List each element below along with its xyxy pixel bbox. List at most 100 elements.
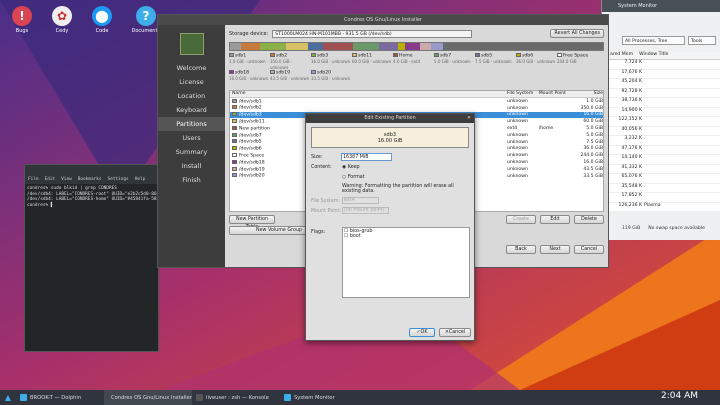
terminal-output[interactable]: condres% sudo blkid | grep CONDRES/dev/s… <box>25 184 158 210</box>
process-row[interactable]: 3,232 K <box>602 136 720 146</box>
legend-item: sdb18 16.0 GiB · unknown <box>229 70 270 87</box>
clock[interactable]: 2:04 AM <box>661 391 698 401</box>
mount-select[interactable]: (no mount point) <box>342 207 389 214</box>
process-row[interactable]: 14,140 K <box>602 155 720 165</box>
konsole-menu-settings[interactable]: Settings <box>108 177 129 182</box>
size-label: Size: <box>311 155 323 160</box>
fs-column: File System <box>507 91 534 96</box>
process-row[interactable]: 17,852 K <box>602 193 720 203</box>
delete-button[interactable]: Delete <box>574 215 604 224</box>
partition-name-text: /dev/sdb19 <box>239 167 265 173</box>
memory-status: 119 GiB <box>622 226 641 231</box>
process-row[interactable]: 92,728 K <box>602 89 720 98</box>
partition-row[interactable]: /dev/sdb1 unknown 1.0 GiB <box>230 98 603 105</box>
name-column: Name <box>232 91 246 96</box>
konsole-menu-view[interactable]: View <box>61 177 72 182</box>
legend-size: 1.0 GiB · unknown <box>229 59 266 64</box>
partition-mount: /home <box>538 126 554 132</box>
cancel-install-button[interactable]: Cancel <box>574 245 604 254</box>
legend-item: sdb6 36.0 GiB · unknown <box>516 53 557 70</box>
shared-mem-column[interactable]: ared Mem <box>610 52 633 59</box>
legend-item: sdb11 60.0 GiB · unknown <box>352 53 393 70</box>
dialog-titlebar[interactable]: Edit Existing Partition ✕ <box>306 114 474 123</box>
keep-radio[interactable]: ◉ Keep <box>342 165 360 170</box>
new-partition-table-button[interactable]: New Partition Table <box>229 215 275 230</box>
flags-list[interactable]: ☐ bios-grub ☐ boot <box>342 227 470 298</box>
taskbar-task[interactable]: Condres OS Gnu/Linux Installer <box>104 390 192 405</box>
taskbar-task[interactable]: System Monitor <box>280 390 368 405</box>
process-list[interactable]: 7,724 K 17,676 K 45,204 K 92,728 K 38,736 K1… <box>602 60 720 212</box>
ok-button[interactable]: ✓OK <box>409 328 435 337</box>
process-row[interactable]: 7,724 K <box>602 60 720 70</box>
next-button[interactable]: Next <box>540 245 570 254</box>
desktop-icon-bugs[interactable]: ! Bugs <box>4 6 40 34</box>
revert-all-button[interactable]: Revert All Changes <box>550 29 604 38</box>
legend-item: sdb3 16.0 GiB · unknown <box>311 53 352 70</box>
process-row[interactable]: 45,204 K <box>602 79 720 89</box>
app-launcher-icon[interactable]: ▲ <box>0 393 16 402</box>
partition-segment <box>397 43 406 50</box>
legend-size: 16.0 GiB · unknown <box>311 59 351 64</box>
process-row[interactable]: 40,056 K <box>602 127 720 136</box>
edit-button[interactable]: Edit <box>540 215 570 224</box>
create-button[interactable]: Create <box>506 215 536 224</box>
system-monitor-window[interactable]: System Monitor All Processes, Tree Tools… <box>601 0 720 240</box>
installer-sidebar: Welcome License Location Keyboard Partitions… <box>158 25 225 267</box>
keep-label: Keep <box>347 165 360 170</box>
konsole-menu-help[interactable]: Help <box>135 177 146 182</box>
partition-name-text: Free Space <box>239 153 265 159</box>
nav-item-welcome: Welcome <box>176 64 207 72</box>
back-button[interactable]: Back <box>506 245 536 254</box>
dialog-title: Edit Existing Partition <box>364 116 416 121</box>
legend-swatch <box>270 70 275 74</box>
taskbar-task[interactable]: liveuser : zsh — Konsole <box>192 390 280 405</box>
window-title-column[interactable]: Window Title <box>639 52 668 59</box>
taskbar-task[interactable]: BROOK-T — Dolphin <box>16 390 104 405</box>
tools-button[interactable]: Tools <box>688 36 716 45</box>
partition-color-icon <box>232 166 237 171</box>
process-row[interactable]: 41,332 K <box>602 165 720 174</box>
format-radio[interactable]: ○ Format <box>342 175 365 180</box>
konsole-titlebar[interactable] <box>25 165 158 175</box>
fs-select[interactable]: ext4 <box>342 197 379 204</box>
legend-name: sdb2 <box>276 53 288 59</box>
size-spinbox[interactable]: 16387 MiB <box>341 153 392 161</box>
konsole-menu-bookmarks[interactable]: Bookmarks <box>78 177 102 182</box>
nav-item-summary: Summary <box>175 148 208 156</box>
close-icon[interactable]: ✕ <box>467 114 471 123</box>
partition-fs: ext4 <box>507 126 518 132</box>
process-filter-select[interactable]: All Processes, Tree <box>622 36 685 45</box>
process-row[interactable]: 126,236 K Plasma <box>602 203 720 212</box>
process-row[interactable]: 122,152 K <box>602 117 720 127</box>
flag-label: boot <box>349 234 361 239</box>
legend-name: sdb1 <box>235 53 247 59</box>
process-row[interactable]: 38,736 K <box>602 98 720 108</box>
process-row[interactable]: 65,076 K <box>602 174 720 184</box>
process-row[interactable]: 47,176 K <box>602 146 720 155</box>
partition-row[interactable]: /dev/sdb2 unknown 350.0 GiB <box>230 105 603 112</box>
konsole-menu-file[interactable]: File <box>28 177 39 182</box>
legend-name: sdb6 <box>522 53 534 59</box>
partition-color-icon <box>232 112 237 117</box>
process-row[interactable]: 17,676 K <box>602 70 720 79</box>
legend-name: Home <box>399 53 413 59</box>
storage-device-select[interactable]: ST1000LM024 HN-M101MBB - 931.5 GB (/dev/… <box>272 29 473 38</box>
edit-partition-dialog[interactable]: Edit Existing Partition ✕ sdb3 16.00 GiB… <box>305 113 475 341</box>
storage-device-label: Storage device: <box>229 30 269 37</box>
process-row[interactable]: 35,548 K <box>602 184 720 193</box>
desktop-icon-cedy[interactable]: ✿ Cedy <box>44 6 80 34</box>
sysmon-status: 119 GiB No swap space available <box>602 226 720 231</box>
process-row[interactable]: 14,900 K <box>602 108 720 117</box>
desktop-icon-label: Cedy <box>55 28 69 34</box>
dialog-cancel-button[interactable]: ✕Cancel <box>439 328 471 337</box>
partition-segment <box>353 43 380 50</box>
flag-boot[interactable]: ☐ boot <box>344 234 468 239</box>
desktop-icon-code[interactable]: ⬤ Code <box>84 6 120 34</box>
konsole-window[interactable]: File Edit View Bookmarks Settings Help condre… <box>24 164 159 352</box>
nav-item-partitions: Partitions <box>158 117 225 131</box>
partition-name-text: /dev/sdb11 <box>239 119 265 125</box>
legend-item: sdb19 43.5 GiB · unknown <box>270 70 311 87</box>
partition-size: 244.0 GiB <box>580 153 603 159</box>
radio-unchecked-icon: ○ <box>342 175 347 180</box>
konsole-menu-edit[interactable]: Edit <box>45 177 56 182</box>
